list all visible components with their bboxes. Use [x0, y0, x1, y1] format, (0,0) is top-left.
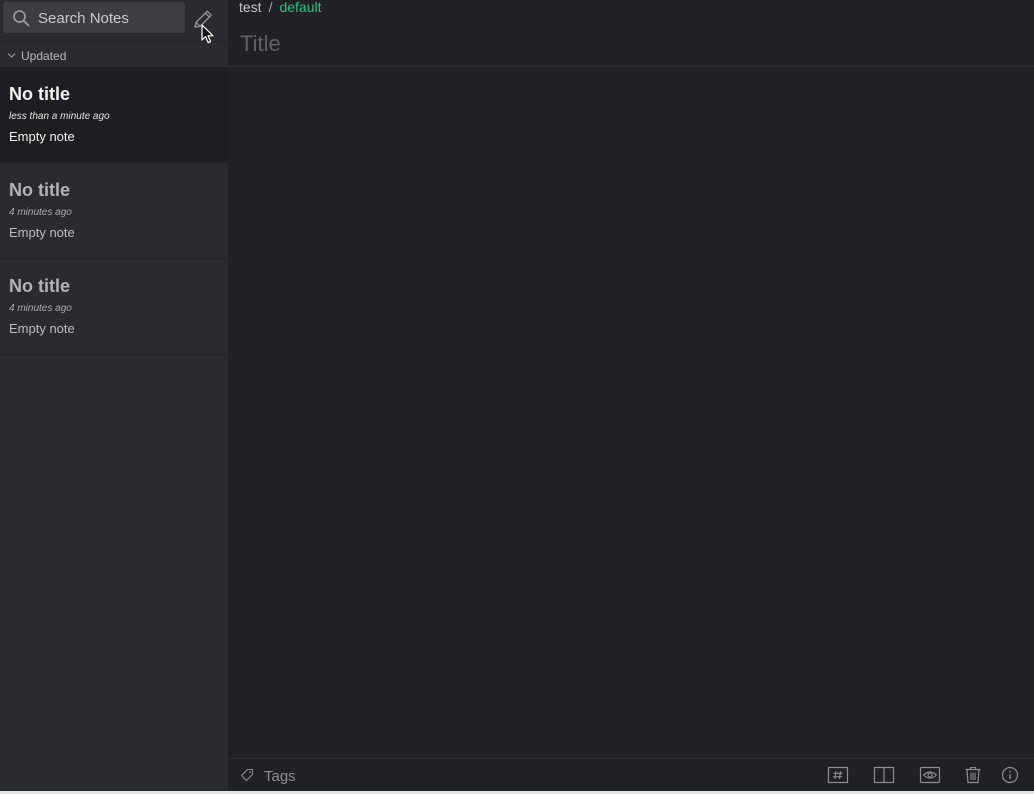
note-updated-time: 4 minutes ago [9, 303, 72, 314]
hash-icon [827, 766, 849, 784]
search-bar[interactable]: Search Notes [3, 2, 185, 33]
sort-label: Updated [21, 49, 67, 63]
info-icon [1001, 766, 1019, 784]
breadcrumb: test / default [239, 0, 322, 15]
note-editor: test / default [228, 0, 1034, 794]
note-list-item[interactable]: No title less than a minute ago Empty no… [0, 67, 228, 163]
editor-footer [228, 758, 1034, 791]
note-updated-time: 4 minutes ago [9, 207, 72, 218]
split-view-button[interactable] [873, 766, 895, 784]
new-note-button[interactable] [190, 7, 216, 33]
eye-icon [919, 766, 941, 784]
note-list-sidebar: Search Notes Updated No title less than … [0, 0, 228, 794]
chevron-down-icon [7, 53, 16, 58]
notes-app: Search Notes Updated No title less than … [0, 0, 1034, 794]
note-title-input[interactable] [240, 30, 1020, 58]
note-body-editor[interactable] [228, 67, 1034, 757]
pencil-icon [194, 10, 212, 28]
note-list-item[interactable]: No title 4 minutes ago Empty note [0, 163, 228, 259]
note-preview: Empty note [9, 321, 75, 336]
breadcrumb-notebook[interactable]: test [239, 0, 262, 15]
note-title: No title [9, 84, 70, 104]
note-preview: Empty note [9, 225, 75, 240]
search-input[interactable]: Search Notes [38, 10, 129, 27]
preview-button[interactable] [919, 766, 941, 784]
tags-input[interactable] [264, 767, 564, 785]
delete-note-button[interactable] [962, 766, 984, 784]
split-view-icon [873, 766, 895, 784]
note-updated-time: less than a minute ago [9, 111, 110, 122]
breadcrumb-folder[interactable]: default [279, 0, 321, 15]
sort-order-toggle[interactable]: Updated [0, 41, 228, 67]
markdown-toggle-button[interactable] [827, 766, 849, 784]
note-list: No title less than a minute ago Empty no… [0, 67, 228, 355]
trash-icon [965, 766, 981, 784]
search-icon [13, 10, 30, 27]
note-list-item[interactable]: No title 4 minutes ago Empty note [0, 259, 228, 355]
note-title: No title [9, 180, 70, 200]
note-info-button[interactable] [999, 766, 1021, 784]
tag-icon [240, 768, 254, 782]
note-preview: Empty note [9, 129, 75, 144]
breadcrumb-separator: / [268, 0, 273, 15]
note-title: No title [9, 276, 70, 296]
